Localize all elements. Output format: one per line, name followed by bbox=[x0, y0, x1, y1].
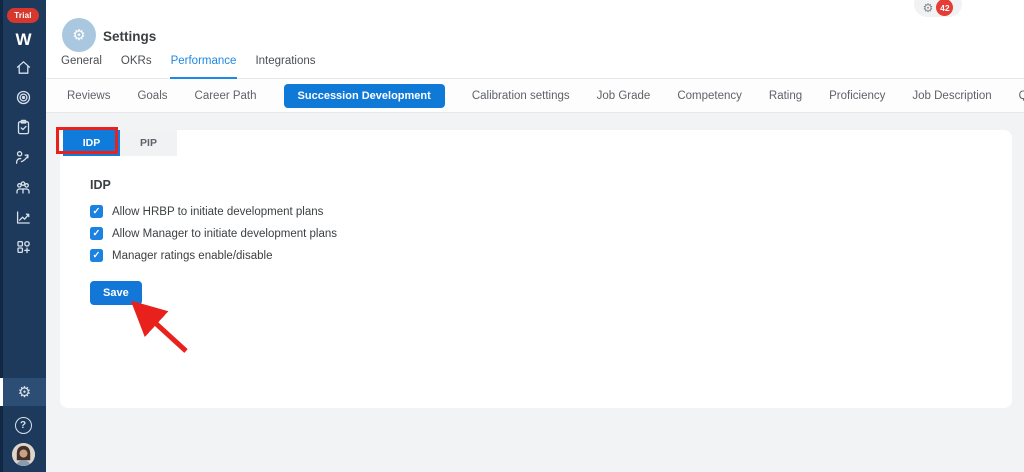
checkbox-manager-ratings[interactable] bbox=[90, 249, 103, 262]
subtab-job-grade[interactable]: Job Grade bbox=[597, 90, 651, 102]
subtab-succession-development[interactable]: Succession Development bbox=[283, 83, 445, 108]
gear-icon[interactable]: ⚙ bbox=[923, 1, 934, 16]
settings-page-icon: ⚙ bbox=[62, 18, 96, 52]
setting-row-hrbp: Allow HRBP to initiate development plans bbox=[90, 205, 337, 218]
gear-icon: ⚙ bbox=[72, 27, 86, 44]
subtab-competency[interactable]: Competency bbox=[677, 90, 742, 102]
help-icon[interactable]: ? bbox=[14, 417, 32, 434]
sidebar-item-settings[interactable]: ⚙ bbox=[0, 378, 46, 406]
tab-okrs[interactable]: OKRs bbox=[120, 55, 153, 79]
gear-icon: ⚙ bbox=[17, 383, 32, 401]
target-icon bbox=[15, 89, 32, 111]
tab-integrations[interactable]: Integrations bbox=[254, 55, 316, 79]
sidebar-bottom: ⚙ ? bbox=[0, 378, 46, 472]
subtab-career-path[interactable]: Career Path bbox=[195, 90, 257, 102]
checkbox-label: Manager ratings enable/disable bbox=[112, 249, 273, 262]
page-title: Settings bbox=[103, 29, 157, 44]
setting-row-manager-ratings: Manager ratings enable/disable bbox=[90, 249, 337, 262]
line-chart-icon bbox=[15, 209, 32, 231]
checkbox-allow-hrbp[interactable] bbox=[90, 205, 103, 218]
home-icon bbox=[15, 59, 32, 81]
topbar-notifications: ⚙ 42 bbox=[914, 0, 962, 17]
checkbox-label: Allow Manager to initiate development pl… bbox=[112, 227, 338, 240]
sidebar-item-tasks[interactable] bbox=[0, 119, 46, 141]
subtab-goals[interactable]: Goals bbox=[137, 90, 167, 102]
subtab-calibration-settings[interactable]: Calibration settings bbox=[472, 90, 570, 102]
page-header: ⚙ Settings General OKRs Performance Inte… bbox=[46, 0, 1024, 79]
subtab-job-description[interactable]: Job Description bbox=[912, 90, 991, 102]
sidebar-item-performance[interactable] bbox=[0, 150, 46, 169]
idp-settings-list: Allow HRBP to initiate development plans… bbox=[90, 205, 337, 262]
checkbox-allow-manager[interactable] bbox=[90, 227, 103, 240]
tab-idp[interactable]: IDP bbox=[63, 130, 120, 156]
trial-badge: Trial bbox=[7, 8, 39, 23]
subtab-reviews[interactable]: Reviews bbox=[67, 90, 110, 102]
sidebar: Trial W ⚙ ? bbox=[0, 0, 46, 472]
tab-pip[interactable]: PIP bbox=[120, 130, 177, 156]
idp-section-title: IDP bbox=[90, 178, 111, 192]
content-area: IDP PIP IDP Allow HRBP to initiate devel… bbox=[46, 114, 1024, 472]
clipboard-check-icon bbox=[15, 119, 32, 141]
subtab-questionnaire[interactable]: Questionnaire bbox=[1019, 90, 1024, 102]
user-avatar[interactable] bbox=[11, 443, 35, 466]
settings-tabs: General OKRs Performance Integrations bbox=[60, 55, 317, 79]
avatar-image bbox=[11, 443, 35, 466]
app-logo: W bbox=[15, 30, 31, 49]
sidebar-item-goals[interactable] bbox=[0, 90, 46, 109]
succession-development-panel: IDP PIP IDP Allow HRBP to initiate devel… bbox=[56, 127, 1012, 408]
tab-general[interactable]: General bbox=[60, 55, 103, 79]
sidebar-item-home[interactable] bbox=[0, 60, 46, 79]
notification-badge[interactable]: 42 bbox=[936, 0, 954, 16]
main-area: ⚙ Settings General OKRs Performance Inte… bbox=[46, 0, 1024, 472]
people-group-icon bbox=[14, 179, 32, 201]
idp-pip-tabs: IDP PIP bbox=[63, 130, 177, 156]
sidebar-item-apps[interactable] bbox=[0, 240, 46, 259]
sidebar-item-teams[interactable] bbox=[0, 180, 46, 199]
save-button[interactable]: Save bbox=[90, 281, 142, 305]
tab-performance[interactable]: Performance bbox=[169, 55, 238, 79]
performance-subtabs: Reviews Goals Career Path Succession Dev… bbox=[46, 79, 1024, 113]
setting-row-manager-initiate: Allow Manager to initiate development pl… bbox=[90, 227, 337, 240]
sidebar-item-analytics[interactable] bbox=[0, 210, 46, 229]
person-growth-icon bbox=[14, 149, 32, 171]
grid-plus-icon bbox=[15, 239, 32, 261]
subtab-proficiency[interactable]: Proficiency bbox=[829, 90, 885, 102]
checkbox-label: Allow HRBP to initiate development plans bbox=[112, 205, 324, 218]
subtab-rating[interactable]: Rating bbox=[769, 90, 802, 102]
sidebar-nav bbox=[0, 60, 46, 259]
